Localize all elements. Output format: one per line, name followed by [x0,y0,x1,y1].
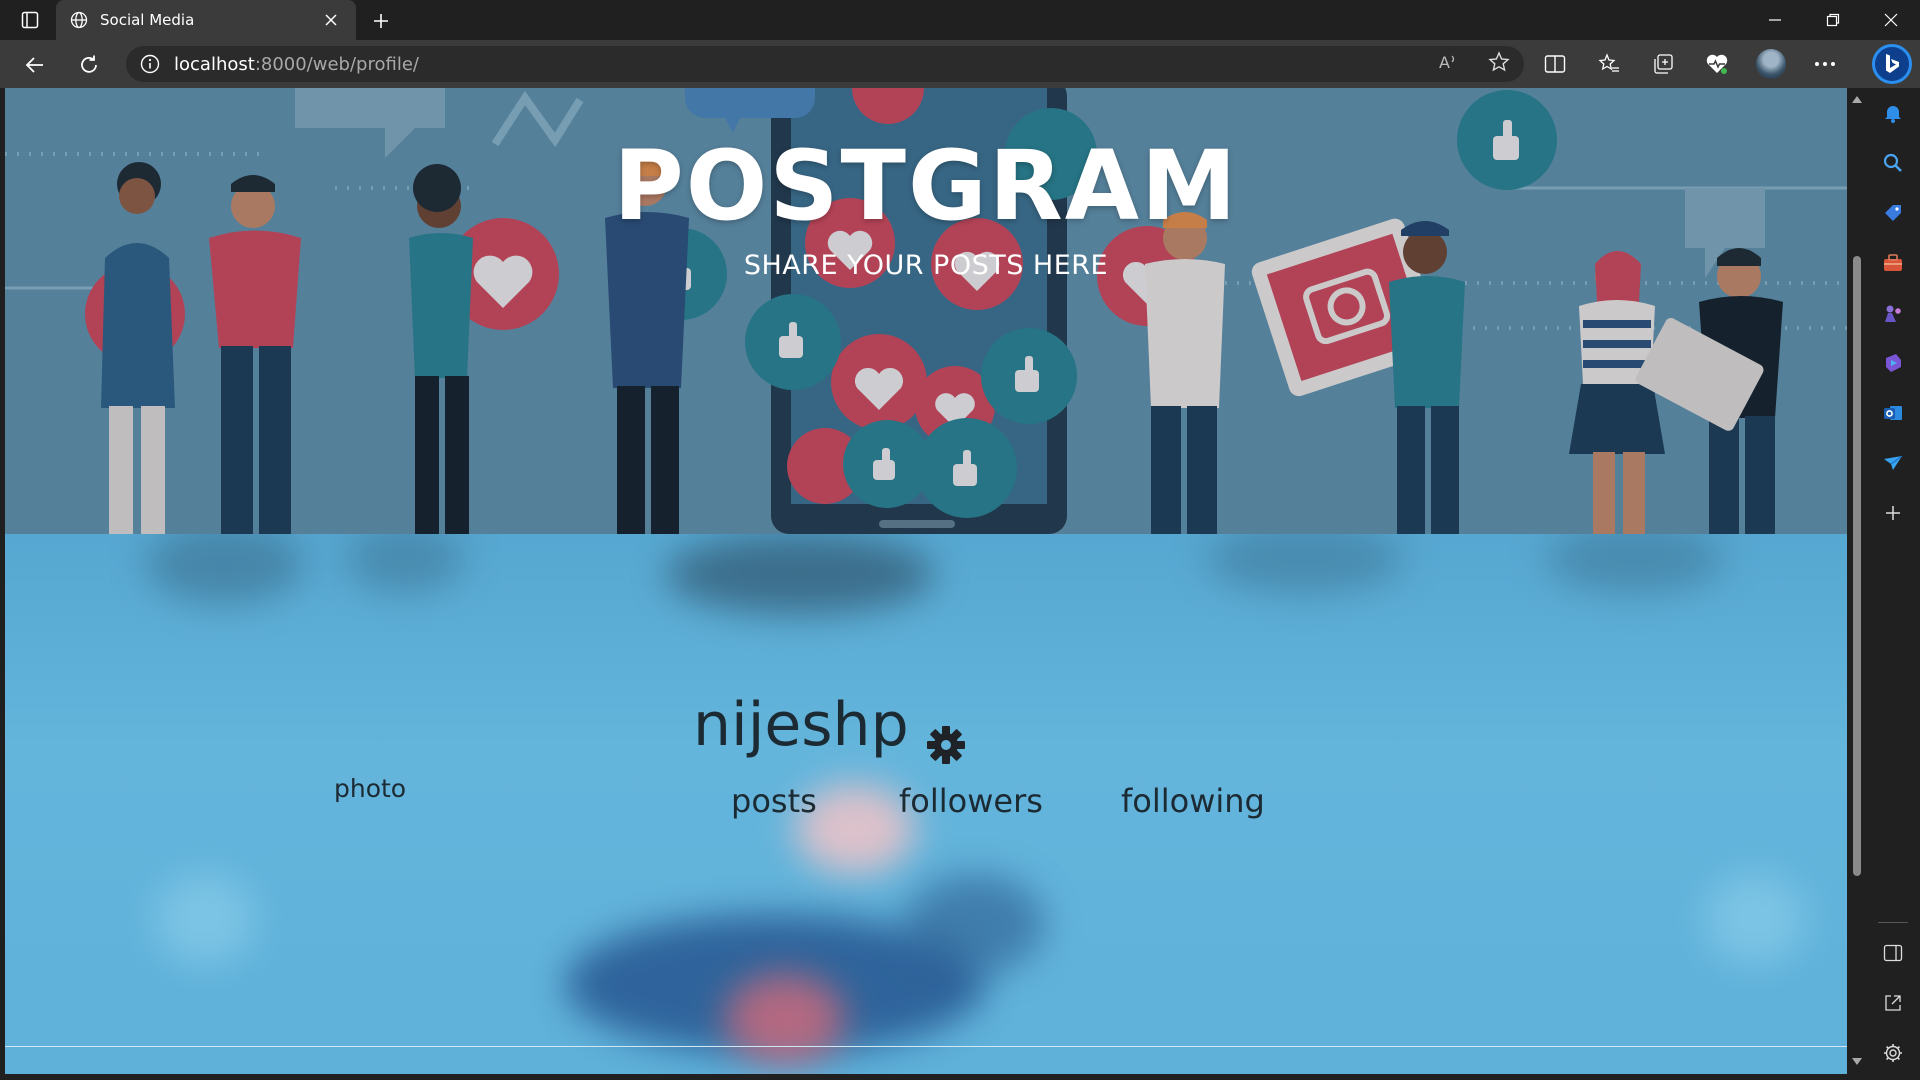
favorites-icon[interactable] [1594,49,1624,79]
copilot-icon[interactable] [1872,44,1912,84]
search-icon[interactable] [1878,148,1908,178]
split-screen-icon[interactable] [1540,49,1570,79]
url-text[interactable]: localhost:8000/web/profile/ [174,54,419,75]
blur-shape [725,974,845,1064]
sidebar-settings-icon[interactable] [1878,1038,1908,1068]
new-tab-button[interactable] [368,8,394,34]
profile-username: nijeshp [693,690,909,760]
sidebar-divider [1878,922,1908,923]
profile-photo-placeholder: photo [334,774,407,803]
minimize-button[interactable] [1746,0,1804,40]
blur-shape [345,534,465,594]
read-aloud-icon[interactable]: A [1438,52,1460,76]
blur-shape [1705,874,1805,964]
avatar[interactable] [1756,49,1786,79]
toolbar-right [1540,46,1840,82]
scroll-down-arrow[interactable] [1852,1058,1862,1065]
blur-shape [1545,534,1725,594]
star-icon[interactable] [1488,51,1510,77]
browser-toolbar: localhost:8000/web/profile/ A [0,40,1920,88]
close-icon[interactable] [320,9,342,31]
page-viewport: POSTGRAM SHARE YOUR POSTS HERE nijeshp p… [5,88,1847,1074]
followers-stat[interactable]: followers [899,782,1043,820]
scroll-up-arrow[interactable] [1852,96,1862,103]
external-link-icon[interactable] [1878,988,1908,1018]
site-title: POSTGRAM [613,130,1239,242]
refresh-button[interactable] [74,50,104,80]
blur-shape [905,874,1045,974]
browser-essentials-icon[interactable] [1702,49,1732,79]
blur-shape [665,534,935,614]
hero-banner: POSTGRAM SHARE YOUR POSTS HERE [5,88,1847,534]
browser-tab-bar: Social Media [0,0,1920,40]
posts-stat[interactable]: posts [731,782,817,820]
blur-shape [1205,534,1405,594]
edge-sidebar [1866,88,1920,1080]
browser-tab[interactable]: Social Media [56,0,356,40]
more-icon[interactable] [1810,49,1840,79]
back-button[interactable] [20,50,50,80]
add-sidebar-app-icon[interactable] [1878,498,1908,528]
svg-text:A: A [1439,53,1450,72]
page-scrollbar[interactable] [1848,88,1866,1074]
notification-bell-icon[interactable] [1878,98,1908,128]
address-bar[interactable]: localhost:8000/web/profile/ A [126,46,1524,82]
tab-title: Social Media [100,11,195,29]
info-icon[interactable] [140,54,160,74]
collections-icon[interactable] [1648,49,1678,79]
url-host: localhost [174,53,255,75]
blur-shape [155,874,255,964]
globe-icon [70,11,88,29]
divider-line [5,1046,1847,1047]
site-tagline: SHARE YOUR POSTS HERE [743,250,1109,281]
window-controls [1746,0,1920,40]
hide-sidebar-icon[interactable] [1878,938,1908,968]
tools-icon[interactable] [1878,248,1908,278]
tab-actions-icon[interactable] [16,8,44,32]
gear-icon[interactable] [925,724,967,766]
address-bar-icons: A [1438,46,1510,82]
games-icon[interactable] [1878,298,1908,328]
url-path: :8000/web/profile/ [254,53,419,75]
shopping-tag-icon[interactable] [1878,198,1908,228]
outlook-icon[interactable] [1878,398,1908,428]
microsoft-365-icon[interactable] [1878,348,1908,378]
drop-icon[interactable] [1878,448,1908,478]
blur-shape [145,534,305,604]
scrollbar-thumb[interactable] [1853,256,1861,876]
following-stat[interactable]: following [1121,782,1265,820]
close-window-button[interactable] [1862,0,1920,40]
restore-button[interactable] [1804,0,1862,40]
